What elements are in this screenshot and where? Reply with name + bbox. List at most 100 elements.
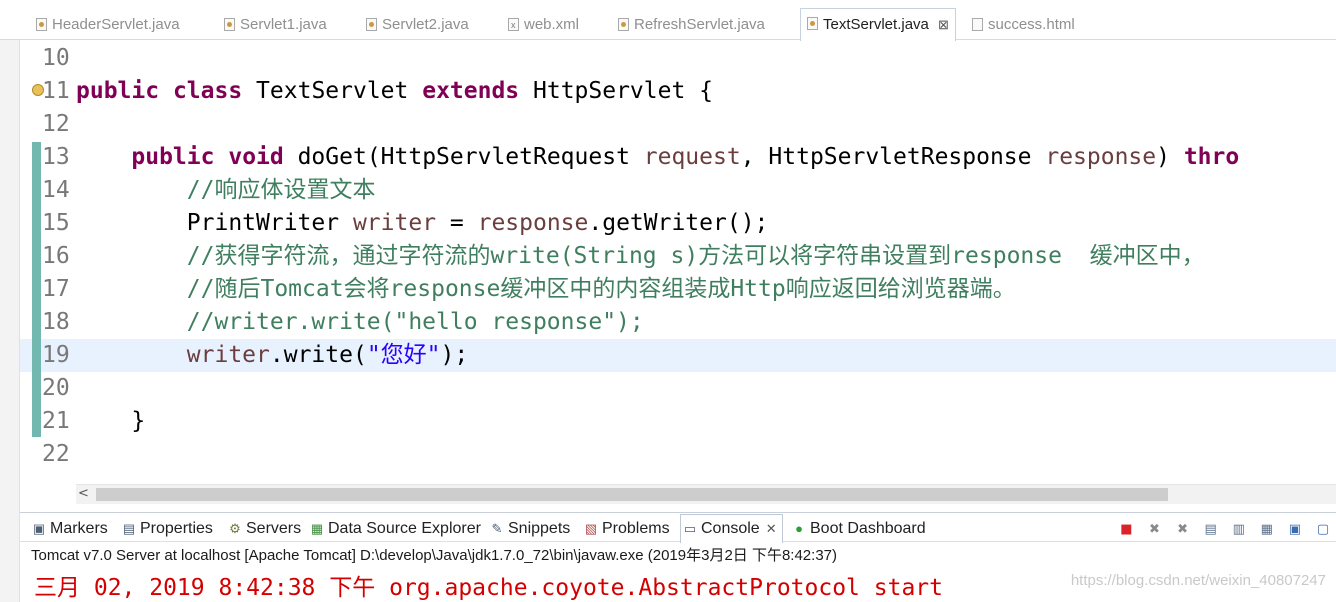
left-panel-edge [0, 0, 20, 602]
view-tab-label: Markers [50, 520, 108, 537]
code-token: ) [1156, 144, 1184, 170]
code-line[interactable]: 12 [20, 108, 1336, 141]
code-token: //writer.write("hello response"); [186, 309, 644, 335]
editor-tab-label: Servlet1.java [240, 16, 327, 33]
editor-tab[interactable]: RefreshServlet.java [612, 10, 771, 40]
view-tab[interactable]: ▦ Data Source Explorer [308, 518, 481, 540]
code-token: request [643, 144, 741, 170]
scroll-lock-icon[interactable]: ▥ [1230, 521, 1248, 539]
code-line[interactable]: 11 public class TextServlet extends HttpS… [20, 75, 1336, 108]
line-number: 20 [42, 375, 70, 401]
problems-icon: ▧ [584, 521, 598, 536]
view-tab-label: Problems [602, 520, 670, 537]
line-number: 12 [42, 111, 70, 137]
editor-tab[interactable]: success.html [966, 10, 1081, 40]
editor-horizontal-scrollbar[interactable]: < [76, 484, 1336, 504]
view-tab-label: Snippets [508, 520, 571, 537]
code-line[interactable]: 10 [20, 42, 1336, 75]
editor-tab[interactable]: Servlet1.java [218, 10, 333, 40]
code-line[interactable]: 15 PrintWriter writer = response.getWrit… [20, 207, 1336, 240]
code-token: //获得字符流，通过字符流的write(String s)方法可以将字符串设置到… [186, 243, 1205, 269]
editor-tab[interactable]: Servlet2.java [360, 10, 475, 40]
code-token: public [76, 78, 160, 104]
code-line[interactable]: 19 writer.write("您好"); [20, 339, 1336, 372]
line-number: 19 [42, 342, 70, 368]
code-token: TextServlet [242, 78, 423, 104]
code-token: writer [186, 342, 270, 368]
data-source-icon: ▦ [310, 521, 324, 536]
code-line[interactable]: 20 [20, 372, 1336, 405]
code-token: writer [352, 210, 437, 236]
view-tab-label: Properties [140, 520, 213, 537]
view-tab-label: Boot Dashboard [810, 520, 926, 537]
editor-tab-label: RefreshServlet.java [634, 16, 765, 33]
console-icon: ▭ [683, 521, 697, 536]
editor-tab-bar: HeaderServlet.java Servlet1.java Servlet2.… [0, 0, 1336, 41]
code-text: public class TextServlet extends HttpSer… [76, 75, 713, 108]
markers-icon: ▣ [32, 521, 46, 536]
code-text: public void doGet(HttpServletRequest req… [76, 141, 1239, 174]
view-tab[interactable]: ● Boot Dashboard [790, 518, 926, 540]
code-text: PrintWriter writer = response.getWriter(… [76, 207, 769, 240]
line-number: 16 [42, 243, 70, 269]
code-line[interactable]: 13 public void doGet(HttpServletRequest … [20, 141, 1336, 174]
warning-marker-icon[interactable] [32, 84, 44, 96]
scroll-thumb[interactable] [96, 488, 1168, 501]
view-tab[interactable]: ✎ Snippets [488, 518, 571, 540]
line-number: 17 [42, 276, 70, 302]
line-number: 21 [42, 408, 70, 434]
code-line[interactable]: 16 //获得字符流，通过字符流的write(String s)方法可以将字符串… [20, 240, 1336, 273]
console-output-line: 三月 02, 2019 8:42:38 下午 org.apache.coyote… [34, 575, 943, 601]
view-tab[interactable]: ▣ Markers [30, 518, 108, 540]
code-text: //writer.write("hello response"); [76, 306, 644, 339]
line-number: 10 [42, 45, 70, 71]
code-line[interactable]: 18 //writer.write("hello response"); [20, 306, 1336, 339]
pin-console-icon[interactable]: ▣ [1286, 521, 1304, 539]
code-token: "您好" [366, 342, 441, 368]
editor-tab[interactable]: web.xml [502, 10, 585, 40]
close-view-icon[interactable]: ✕ [766, 515, 777, 543]
code-token: response [1045, 144, 1157, 170]
close-tab-icon[interactable]: ⊠ [938, 9, 949, 41]
view-tab-label: Data Source Explorer [328, 520, 481, 537]
code-token: response [477, 210, 589, 236]
boot-dashboard-icon: ● [795, 521, 803, 536]
code-token: void [228, 144, 284, 170]
code-editor[interactable]: 10 11 public class TextServlet extends Htt… [20, 40, 1336, 480]
view-tab[interactable]: ▤ Properties [120, 518, 213, 540]
view-tab[interactable]: ▭ Console ✕ [680, 514, 783, 543]
code-line[interactable]: 21 } [20, 405, 1336, 438]
code-text: //随后Tomcat会将response缓冲区中的内容组装成Http响应返回给浏… [76, 273, 1016, 306]
code-token: , HttpServletResponse [740, 144, 1046, 170]
snippets-icon: ✎ [491, 521, 503, 536]
java-file-icon [807, 17, 818, 30]
console-toolbar: ■ ✖ ✖ ▤ ▥ ▦ ▣ ▢ [1112, 518, 1332, 538]
properties-icon: ▤ [122, 521, 136, 536]
html-file-icon [972, 18, 983, 31]
terminate-icon[interactable]: ■ [1117, 521, 1135, 539]
watermark: https://blog.csdn.net/weixin_40807247 [1070, 572, 1326, 589]
code-line[interactable]: 14 //响应体设置文本 [20, 174, 1336, 207]
editor-tab[interactable]: TextServlet.java ⊠ [800, 8, 956, 41]
line-number: 15 [42, 210, 70, 236]
code-token: public [131, 144, 215, 170]
scroll-left-icon[interactable]: < [78, 486, 89, 501]
view-tab[interactable]: ⚙ Servers [226, 518, 301, 540]
code-text: //获得字符流，通过字符流的write(String s)方法可以将字符串设置到… [76, 240, 1205, 273]
remove-launch-icon[interactable]: ✖ [1145, 521, 1163, 539]
code-token: thro [1183, 144, 1240, 170]
code-line[interactable]: 17 //随后Tomcat会将response缓冲区中的内容组装成Http响应返… [20, 273, 1336, 306]
line-number: 11 [42, 78, 70, 104]
editor-tab[interactable]: HeaderServlet.java [30, 10, 186, 40]
word-wrap-icon[interactable]: ▦ [1258, 521, 1276, 539]
display-console-icon[interactable]: ▢ [1314, 521, 1332, 539]
remove-all-icon[interactable]: ✖ [1174, 521, 1192, 539]
view-tab[interactable]: ▧ Problems [582, 518, 670, 540]
clear-console-icon[interactable]: ▤ [1202, 521, 1220, 539]
code-line[interactable]: 22 [20, 438, 1336, 471]
